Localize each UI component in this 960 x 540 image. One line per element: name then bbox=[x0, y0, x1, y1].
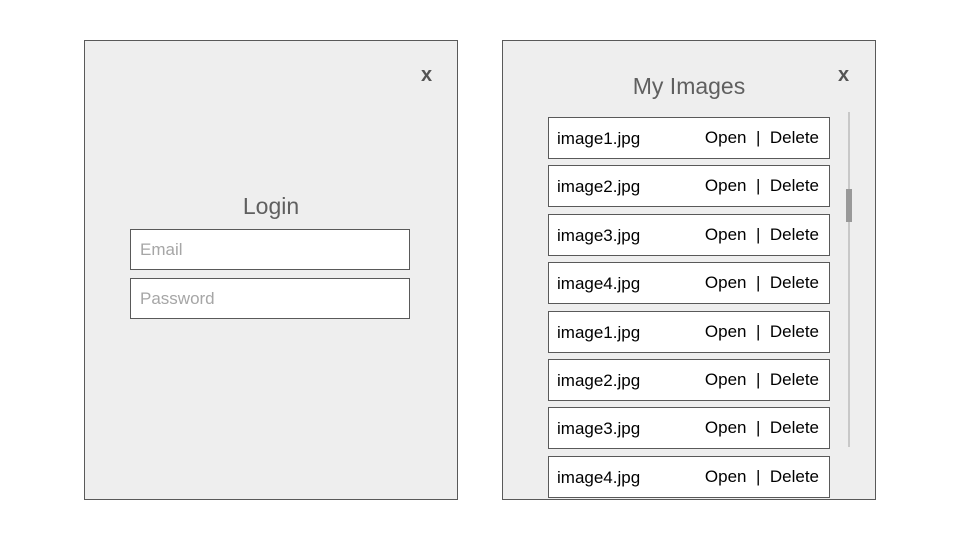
image-filename: image2.jpg bbox=[557, 177, 641, 197]
image-actions: Open | Delete bbox=[705, 128, 819, 148]
password-field[interactable] bbox=[130, 278, 410, 319]
image-list-item: image4.jpg Open | Delete bbox=[548, 455, 830, 498]
image-filename: image1.jpg bbox=[557, 129, 641, 148]
open-image-link[interactable]: Open bbox=[705, 176, 747, 195]
open-image-link[interactable]: Open bbox=[705, 370, 747, 389]
delete-image-link[interactable]: Delete bbox=[770, 418, 819, 437]
action-separator: | bbox=[751, 369, 766, 389]
image-list-item: image4.jpg Open | Delete bbox=[548, 262, 830, 305]
image-filename: image1.jpg bbox=[557, 322, 641, 342]
image-list-item: image2.jpg Open | Delete bbox=[548, 358, 830, 401]
action-separator: | bbox=[751, 321, 766, 341]
login-panel: x Login bbox=[84, 40, 458, 500]
action-separator: | bbox=[751, 224, 766, 244]
image-filename: image4.jpg bbox=[557, 467, 641, 487]
action-separator: | bbox=[751, 418, 766, 438]
delete-image-link[interactable]: Delete bbox=[770, 225, 819, 244]
action-separator: | bbox=[751, 128, 766, 147]
image-list-item: image2.jpg Open | Delete bbox=[548, 165, 830, 208]
image-actions: Open | Delete bbox=[705, 273, 819, 293]
image-filename: image2.jpg bbox=[557, 370, 641, 390]
my-images-title: My Images bbox=[632, 73, 746, 99]
delete-image-link[interactable]: Delete bbox=[770, 467, 819, 486]
login-title: Login bbox=[242, 193, 300, 219]
delete-image-link[interactable]: Delete bbox=[770, 370, 819, 389]
open-image-link[interactable]: Open bbox=[705, 467, 747, 486]
open-image-link[interactable]: Open bbox=[705, 225, 747, 244]
action-separator: | bbox=[751, 273, 766, 293]
image-list: image1.jpg Open | Delete image2.jpg Open… bbox=[548, 117, 830, 499]
open-image-link[interactable]: Open bbox=[705, 418, 747, 437]
email-field[interactable] bbox=[130, 229, 410, 270]
delete-image-link[interactable]: Delete bbox=[770, 322, 819, 341]
image-actions: Open | Delete bbox=[705, 322, 819, 342]
login-close-button[interactable]: x bbox=[421, 65, 432, 85]
open-image-link[interactable]: Open bbox=[705, 128, 747, 147]
image-actions: Open | Delete bbox=[705, 418, 819, 438]
image-filename: image3.jpg bbox=[557, 419, 641, 439]
delete-image-link[interactable]: Delete bbox=[770, 128, 819, 147]
delete-image-link[interactable]: Delete bbox=[770, 273, 819, 292]
image-list-item: image3.jpg Open | Delete bbox=[548, 407, 830, 450]
my-images-panel: My Images x image1.jpg Open | Delete ima… bbox=[502, 40, 876, 500]
scrollbar-track[interactable] bbox=[848, 112, 850, 447]
images-close-button[interactable]: x bbox=[838, 65, 849, 85]
open-image-link[interactable]: Open bbox=[705, 273, 747, 292]
action-separator: | bbox=[751, 176, 766, 196]
image-list-item: image1.jpg Open | Delete bbox=[548, 117, 830, 159]
image-actions: Open | Delete bbox=[705, 467, 819, 487]
action-separator: | bbox=[751, 466, 766, 486]
image-actions: Open | Delete bbox=[705, 370, 819, 390]
image-filename: image4.jpg bbox=[557, 274, 641, 294]
image-filename: image3.jpg bbox=[557, 225, 641, 245]
image-actions: Open | Delete bbox=[705, 176, 819, 196]
open-image-link[interactable]: Open bbox=[705, 322, 747, 341]
image-list-item: image1.jpg Open | Delete bbox=[548, 310, 830, 353]
image-list-item: image3.jpg Open | Delete bbox=[548, 213, 830, 256]
scrollbar-thumb[interactable] bbox=[846, 189, 852, 222]
delete-image-link[interactable]: Delete bbox=[770, 176, 819, 195]
image-actions: Open | Delete bbox=[705, 225, 819, 245]
